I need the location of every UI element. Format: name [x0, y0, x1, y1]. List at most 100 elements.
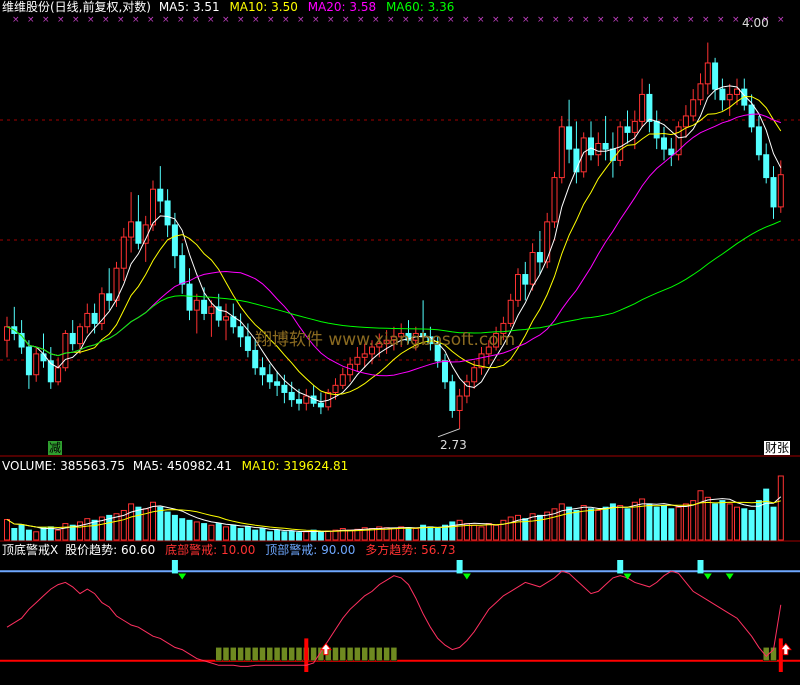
vol-ma5-label: MA5: [132, 459, 164, 473]
volume-bar [18, 524, 25, 541]
volume-bar [40, 527, 47, 541]
stock-chart-window[interactable]: × × × × × × × × × × × × × × × × × × × × × × × × × × × × × × × × × × × × × × × ×… [0, 0, 800, 682]
volume-bar [325, 530, 332, 541]
candle-body [69, 332, 76, 345]
volume-bar [347, 529, 354, 541]
ma60-label: MA60: [385, 0, 424, 14]
candle-body [507, 299, 514, 324]
volume-bar [719, 500, 726, 541]
candle-body [544, 221, 551, 263]
volume-bar [179, 518, 186, 541]
volume-bar [471, 524, 478, 541]
candle-body [529, 252, 536, 285]
candle-body [55, 367, 62, 383]
candle-body [164, 200, 171, 226]
candle-body [595, 142, 602, 156]
signal-marker: × [312, 15, 320, 25]
bottom-zone-bar [346, 647, 354, 662]
bottom-zone-bar [310, 647, 317, 662]
candle-body [128, 221, 135, 238]
candlestick-series [4, 42, 784, 429]
volume-bar [55, 529, 62, 541]
candle-body [697, 83, 704, 101]
volume-bar [281, 531, 288, 541]
candle-body [646, 93, 653, 122]
bottom-zone-bar [215, 647, 222, 662]
tag-left[interactable]: 减 [48, 441, 63, 455]
candle-body [456, 395, 463, 411]
volume-bar [726, 503, 733, 541]
volume-bar [668, 508, 675, 541]
signal-marker: × [567, 15, 575, 25]
bottom-warn-value: 10.00 [221, 543, 256, 557]
signal-marker: × [612, 15, 620, 25]
vol-ma5-value: 450982.41 [166, 459, 232, 473]
signal-marker: × [777, 15, 785, 25]
candle-body [354, 356, 361, 365]
signal-marker: × [72, 15, 80, 25]
volume-bar [507, 516, 514, 541]
volume-bar [230, 524, 237, 541]
volume-bar [690, 500, 697, 541]
signal-marker: × [237, 15, 245, 25]
candle-body [588, 137, 594, 156]
signal-marker: × [27, 15, 35, 25]
signal-marker: × [552, 15, 560, 25]
signal-marker: × [492, 15, 500, 25]
volume-bar [4, 518, 10, 541]
candle-body [566, 126, 573, 150]
volume-bar [478, 526, 485, 541]
volume-bar [573, 509, 580, 541]
candle-body [317, 402, 324, 408]
volume-bar [317, 531, 324, 541]
candle-body [332, 384, 339, 393]
signal-marker: × [597, 15, 605, 25]
price-panel-header: 维维股份(日线,前复权,对数) MA5: 3.51 MA10: 3.50 MA2… [2, 0, 454, 14]
volume-bar [646, 503, 653, 541]
tag-right[interactable]: 财张 [764, 441, 791, 455]
top-signal-bar [171, 560, 178, 574]
candle-body [631, 120, 638, 133]
volume-bar [631, 501, 638, 541]
candle-body [726, 93, 733, 101]
stock-title: 维维股份(日线,前复权,对数) [2, 0, 151, 14]
candle-body [668, 148, 675, 156]
volume-bar [536, 514, 543, 541]
candle-body [259, 367, 266, 376]
candle-body [171, 224, 178, 257]
volume-bar [33, 531, 40, 541]
sell-arrow-icon [725, 573, 734, 580]
signal-marker: × [132, 15, 140, 25]
signal-marker: × [12, 15, 20, 25]
candle-body [266, 374, 273, 383]
volume-bar [449, 521, 456, 541]
volume-bar [588, 508, 594, 541]
bottom-zone-bar [266, 647, 274, 662]
ma5-label: MA5: [158, 0, 190, 14]
signal-marker: × [387, 15, 395, 25]
candle-body [639, 93, 646, 122]
signal-marker: × [432, 15, 440, 25]
price-low-label: 2.73 [440, 438, 467, 452]
candle-body [522, 274, 529, 285]
signal-marker: × [582, 15, 590, 25]
signal-marker: × [192, 15, 200, 25]
volume-bar [244, 526, 251, 541]
top-signal-bar [697, 560, 704, 574]
signal-marker: × [717, 15, 725, 25]
volume-bar [62, 523, 69, 541]
signal-marker: × [327, 15, 335, 25]
candle-body [40, 353, 47, 362]
signal-marker: × [87, 15, 95, 25]
sell-arrow-icon [462, 573, 471, 580]
candle-body [624, 126, 631, 133]
signal-marker: × [702, 15, 710, 25]
volume-bar [609, 503, 616, 541]
candle-body [734, 88, 740, 95]
indicator-panel-plot [0, 560, 800, 672]
candle-body [193, 299, 200, 311]
volume-bar [661, 505, 667, 541]
volume-bar [390, 528, 397, 541]
volume-bar [704, 496, 711, 541]
candle-body [201, 299, 208, 314]
